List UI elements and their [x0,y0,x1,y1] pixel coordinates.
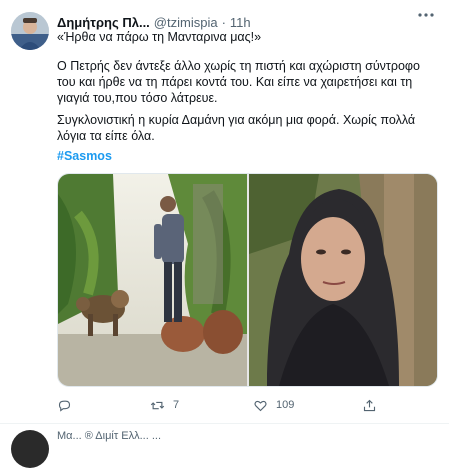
retweet-button[interactable]: 7 [150,395,179,415]
tweet-header: Δημήτρης Πλ... @tzimispia · 11h [57,13,437,31]
media-grid [57,173,438,387]
tweet-actions: 7 109 [57,395,436,415]
next-tweet-preview[interactable]: Μα... ® Διμίτ Ελλ... ... [57,430,161,442]
author-handle[interactable]: @tzimispia [154,15,218,30]
tweet-paragraph-1: Ο Πετρής δεν άντεξε άλλο χωρίς τη πιστή … [57,59,420,105]
retweet-icon [150,401,165,409]
author-name[interactable]: Δημήτρης Πλ... [57,15,150,30]
tweet-divider [0,423,449,424]
reply-button[interactable] [57,395,72,415]
share-icon [363,399,376,411]
media-image-man-with-dog[interactable] [58,174,247,386]
like-button[interactable]: 109 [253,395,294,415]
separator-dot: · [221,14,226,30]
share-button[interactable] [362,395,377,415]
tweet-card[interactable]: Δημήτρης Πλ... @tzimispia · 11h «Ήρθα να… [0,0,449,468]
tweet-paragraph-2: Συγκλονιστική η κυρία Δαμάνη για ακόμη μ… [57,113,416,143]
retweet-count: 7 [173,399,180,411]
tweet-timestamp[interactable]: 11h [230,15,251,30]
avatar-photo [11,12,49,50]
reply-icon [58,400,71,412]
more-options-icon[interactable] [415,9,437,25]
author-avatar[interactable] [11,12,49,50]
media-image-elderly-woman[interactable] [249,174,437,386]
hashtag-link[interactable]: #Sasmos [57,149,112,163]
tweet-first-line: «Ήρθα να πάρω τη Μανταρινα μας!» [57,30,262,44]
like-count: 109 [276,399,295,411]
heart-icon [254,400,267,411]
